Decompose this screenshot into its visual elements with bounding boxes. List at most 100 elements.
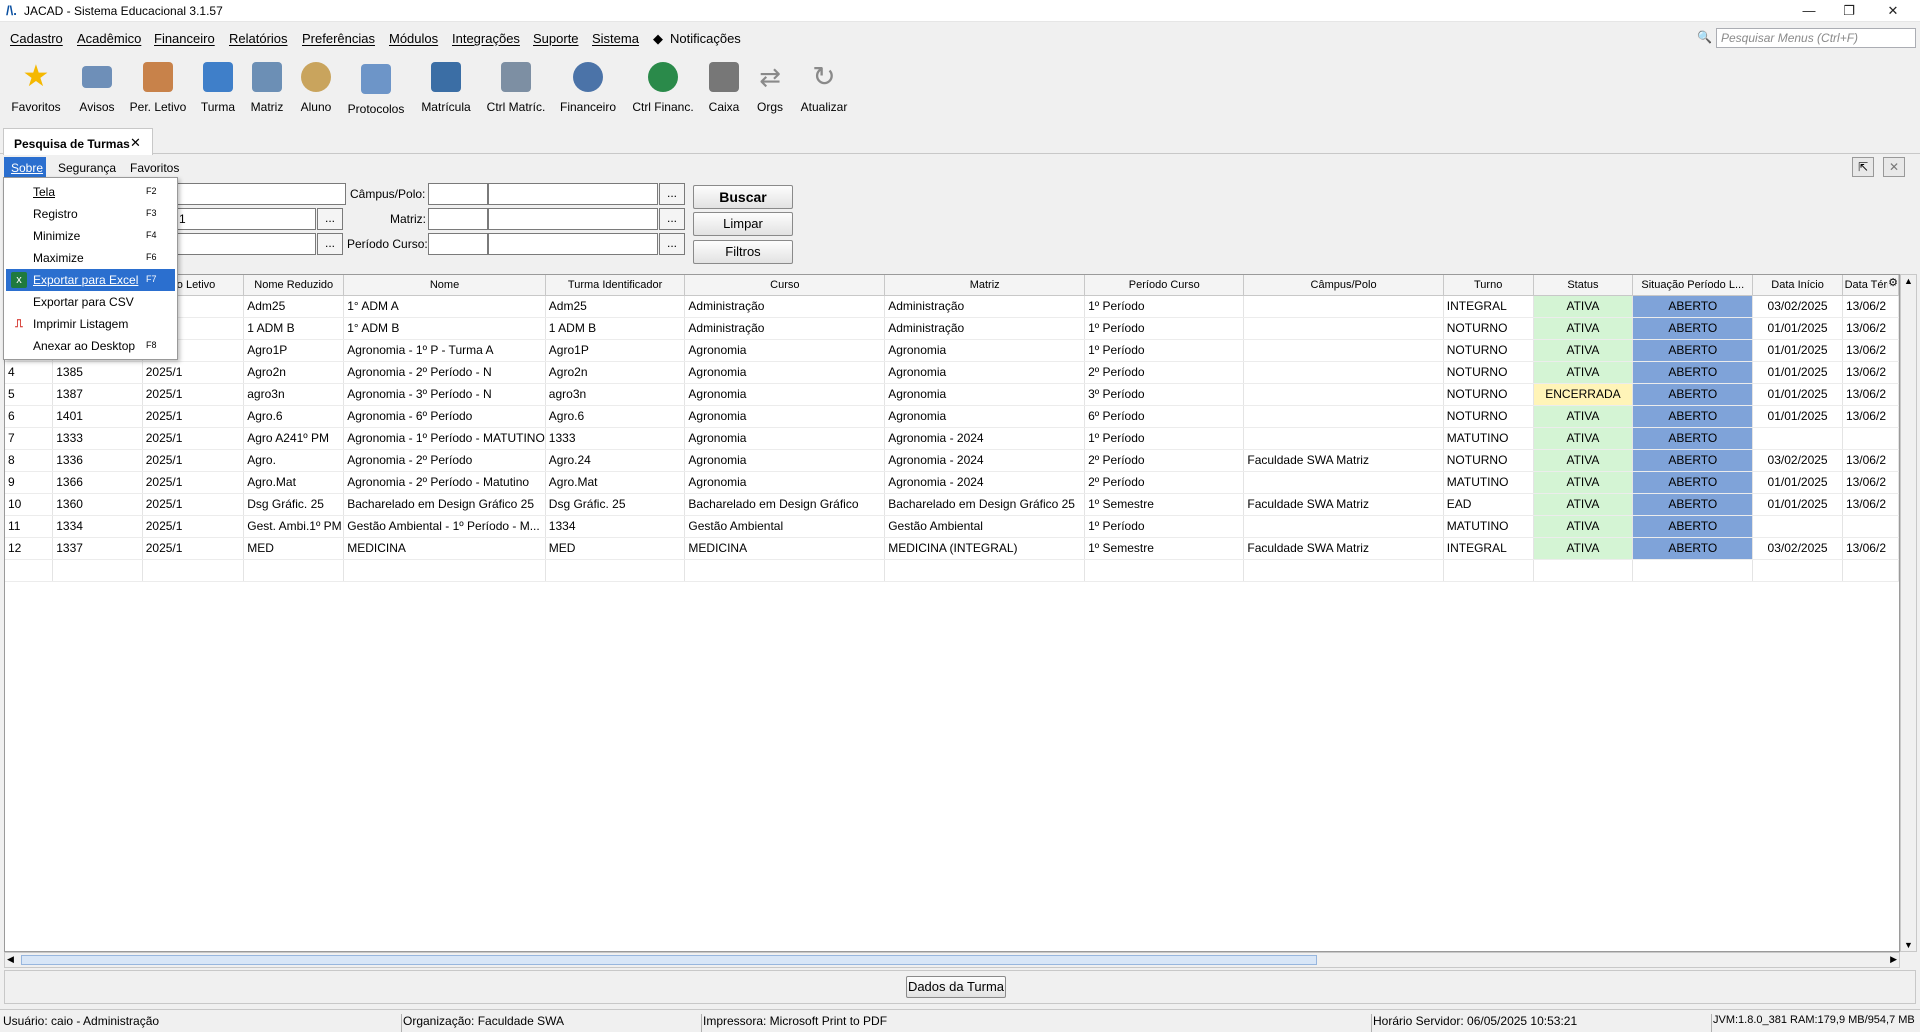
- column-header[interactable]: Status: [1533, 275, 1634, 296]
- filter-input-3[interactable]: [176, 233, 316, 255]
- menu-item-tela[interactable]: Tela F2: [6, 181, 175, 203]
- campus-code-input[interactable]: [428, 183, 488, 205]
- menu-suporte[interactable]: Suporte: [533, 31, 579, 46]
- periodo-lookup-button[interactable]: ...: [659, 233, 685, 255]
- filter-input-2[interactable]: 1: [176, 208, 316, 230]
- table-cell: ATIVA: [1533, 339, 1634, 362]
- menu-relatorios[interactable]: Relatórios: [229, 31, 288, 46]
- menu-item-anexar-desktop[interactable]: Anexar ao Desktop F8: [6, 335, 175, 357]
- column-settings-icon[interactable]: ⚙: [1888, 276, 1898, 289]
- matriz-lookup-button[interactable]: ...: [659, 208, 685, 230]
- menu-cadastro[interactable]: Cadastro: [10, 31, 63, 46]
- submenu-seguranca[interactable]: Segurança: [58, 161, 116, 175]
- column-header[interactable]: Matriz: [884, 275, 1086, 296]
- table-row[interactable]: Adm25 1° ADM A Adm25 Administração Administr…: [5, 295, 1899, 318]
- toolbar-protocolos-button[interactable]: Protocolos: [344, 56, 408, 122]
- table-row[interactable]: 11 1334 2025/1 Gest. Ambi.1º PM Gestão Ambie…: [5, 515, 1899, 538]
- table-cell: 01/01/2025: [1752, 383, 1843, 406]
- menu-item-registro[interactable]: Registro F3: [6, 203, 175, 225]
- toolbar-turma-button[interactable]: Turma: [196, 56, 240, 122]
- toolbar-matriz-button[interactable]: Matriz: [244, 56, 290, 122]
- table-row[interactable]: 7 1333 2025/1 Agro A241º PM Agronomia - 1º P…: [5, 427, 1899, 450]
- column-header[interactable]: Turma Identificador: [545, 275, 686, 296]
- menu-sistema[interactable]: Sistema: [592, 31, 639, 46]
- menu-item-minimize[interactable]: Minimize F4: [6, 225, 175, 247]
- column-header[interactable]: Nome Reduzido: [243, 275, 345, 296]
- toolbar-orgs-button[interactable]: ⇄ Orgs: [748, 56, 792, 122]
- campus-name-input[interactable]: [488, 183, 658, 205]
- table-row[interactable]: 1 ADM B 1° ADM B1 ADM B Administração Admin…: [5, 317, 1899, 340]
- column-header[interactable]: Período Curso: [1084, 275, 1245, 296]
- submenu-sobre[interactable]: Sobre: [4, 157, 46, 177]
- tab-pesquisa-turmas[interactable]: Pesquisa de Turmas ✕: [3, 128, 153, 155]
- menu-item-exportar-csv[interactable]: Exportar para CSV: [6, 291, 175, 313]
- limpar-button[interactable]: Limpar: [693, 212, 793, 236]
- menu-financeiro[interactable]: Financeiro: [154, 31, 215, 46]
- table-row[interactable]: 10 1360 2025/1 Dsg Gráfic. 25 Bacharelado em…: [5, 493, 1899, 516]
- close-panel-icon[interactable]: ✕: [1883, 157, 1905, 177]
- toolbar-matricula-button[interactable]: Matrícula: [416, 56, 476, 122]
- campus-lookup-button[interactable]: ...: [659, 183, 685, 205]
- toolbar-financeiro-button[interactable]: Financeiro: [556, 56, 620, 122]
- table-row[interactable]: 4 1385 2025/1 Agro2n Agronomia - 2º Período …: [5, 361, 1899, 384]
- scroll-up-icon[interactable]: ▲: [1904, 276, 1913, 286]
- toolbar-per-letivo-button[interactable]: Per. Letivo: [126, 56, 190, 122]
- buscar-button[interactable]: Buscar: [693, 185, 793, 209]
- vertical-scrollbar[interactable]: ▲ ▼: [1900, 274, 1917, 952]
- scroll-left-icon[interactable]: ◀: [7, 954, 14, 965]
- scroll-down-icon[interactable]: ▼: [1904, 940, 1913, 950]
- periodo-name-input[interactable]: [488, 233, 658, 255]
- toolbar-avisos-button[interactable]: Avisos: [72, 56, 122, 122]
- detach-icon[interactable]: ⇱: [1852, 157, 1874, 177]
- scroll-right-icon[interactable]: ▶: [1890, 954, 1897, 965]
- column-header[interactable]: Turno: [1443, 275, 1534, 296]
- column-header[interactable]: Data Início: [1752, 275, 1843, 296]
- filter-lookup-button-3[interactable]: ...: [317, 233, 343, 255]
- matriz-code-input[interactable]: [428, 208, 488, 230]
- table-row[interactable]: Agro1P Agronomia - 1º P - Turma A Agro1P Ag…: [5, 339, 1899, 362]
- horizontal-scroll-thumb[interactable]: [21, 955, 1317, 965]
- menu-item-imprimir[interactable]: ⎍ Imprimir Listagem: [6, 313, 175, 335]
- menu-integracoes[interactable]: Integrações: [452, 31, 520, 46]
- column-header[interactable]: Câmpus/Polo: [1243, 275, 1444, 296]
- toolbar-favoritos-button[interactable]: ★ Favoritos: [6, 56, 66, 122]
- table-row[interactable]: 12 1337 2025/1 MED MEDICINA MED MEDICINA MEDICI…: [5, 537, 1899, 560]
- horizontal-scrollbar[interactable]: ◀ ▶: [4, 952, 1900, 968]
- table-cell: 1º Semestre: [1084, 537, 1245, 560]
- column-header[interactable]: Curso: [684, 275, 886, 296]
- table-cell: ABERTO: [1632, 471, 1754, 494]
- menu-modulos[interactable]: Módulos: [389, 31, 438, 46]
- submenu-favoritos[interactable]: Favoritos: [130, 161, 179, 175]
- close-window-button[interactable]: ✕: [1870, 0, 1916, 22]
- menu-item-maximize[interactable]: Maximize F6: [6, 247, 175, 269]
- toolbar-atualizar-button[interactable]: ↻ Atualizar: [796, 56, 852, 122]
- menu-item-shortcut: F7: [146, 274, 157, 284]
- toolbar-aluno-button[interactable]: Aluno: [294, 56, 338, 122]
- table-row[interactable]: 5 1387 2025/1 agro3n Agronomia - 3º Período …: [5, 383, 1899, 406]
- table-row[interactable]: 8 1336 2025/1 Agro. Agronomia - 2º Período Ag…: [5, 449, 1899, 472]
- toolbar-ctrl-matric-button[interactable]: Ctrl Matríc.: [484, 56, 548, 122]
- filter-lookup-button-2[interactable]: ...: [317, 208, 343, 230]
- table-row[interactable]: 9 1366 2025/1 Agro.Mat Agronomia - 2º Períod…: [5, 471, 1899, 494]
- restore-button[interactable]: ❐: [1826, 0, 1872, 22]
- menu-item-exportar-excel[interactable]: x Exportar para Excel F7: [6, 269, 175, 291]
- dados-turma-button[interactable]: Dados da Turma: [906, 976, 1006, 998]
- menu-search-input[interactable]: Pesquisar Menus (Ctrl+F): [1716, 28, 1916, 48]
- periodo-code-input[interactable]: [428, 233, 488, 255]
- toolbar-label: Favoritos: [11, 100, 61, 114]
- turmas-table[interactable]: do Letivo Nome Reduzido Nome Turma Identifi…: [4, 274, 1900, 952]
- menu-notificacoes[interactable]: Notificações: [670, 31, 741, 46]
- table-cell: 1º Período: [1084, 427, 1245, 450]
- toolbar-ctrl-financ-button[interactable]: Ctrl Financ.: [628, 56, 698, 122]
- column-header[interactable]: Nome: [343, 275, 546, 296]
- tab-close-icon[interactable]: ✕: [130, 135, 141, 151]
- table-row[interactable]: 6 1401 2025/1 Agro.6 Agronomia - 6º Período A…: [5, 405, 1899, 428]
- filter-input-1[interactable]: [176, 183, 346, 205]
- column-header[interactable]: Situação Período L...: [1632, 275, 1754, 296]
- table-cell: Gest. Ambi.1º PM: [243, 515, 345, 538]
- matriz-name-input[interactable]: [488, 208, 658, 230]
- menu-preferencias[interactable]: Preferências: [302, 31, 375, 46]
- menu-academico[interactable]: Acadêmico: [77, 31, 141, 46]
- toolbar-caixa-button[interactable]: Caixa: [702, 56, 746, 122]
- filtros-button[interactable]: Filtros: [693, 240, 793, 264]
